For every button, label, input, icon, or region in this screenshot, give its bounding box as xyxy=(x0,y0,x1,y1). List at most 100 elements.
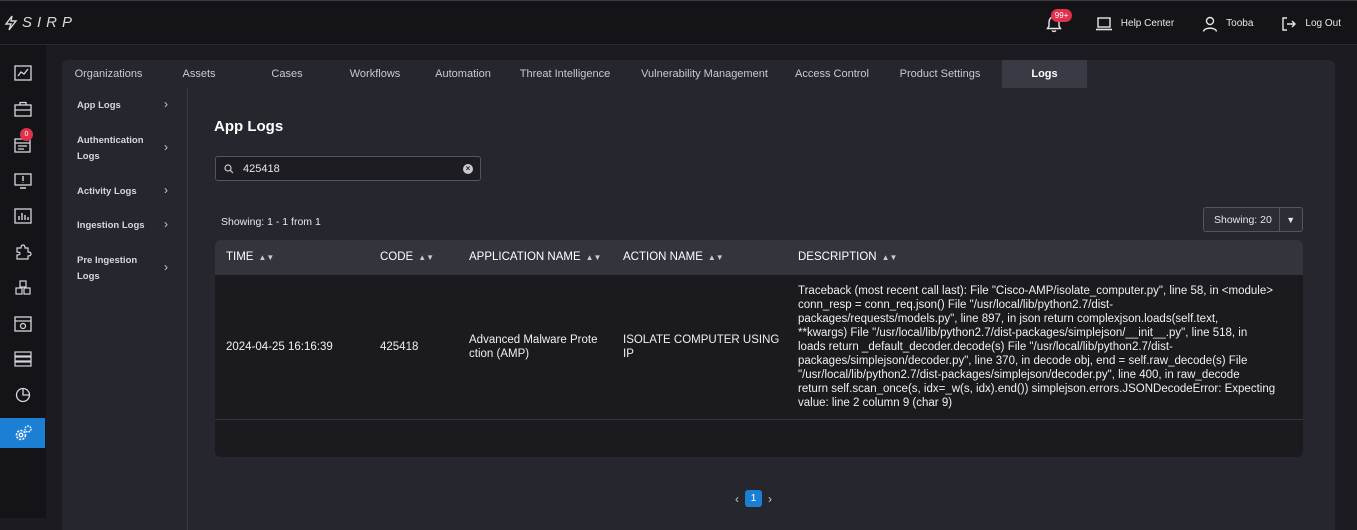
logout-button[interactable]: Log Out xyxy=(1281,16,1341,32)
desc-line: packages/simplejson/decoder.py", line 37… xyxy=(798,355,1248,367)
subnav-pre-ingestion-logs[interactable]: Pre Ingestion Logs xyxy=(77,253,177,285)
desc-line: loads return _default_decoder.decode(s) … xyxy=(798,341,1173,353)
page-size-select[interactable]: Showing: 20 ▼ xyxy=(1203,207,1303,232)
briefcase-icon[interactable] xyxy=(0,94,45,124)
column-label: DESCRIPTION xyxy=(798,251,877,263)
tab-vulnerability-management[interactable]: Vulnerability Management xyxy=(623,60,786,88)
tab-product-settings[interactable]: Product Settings xyxy=(878,60,1002,88)
logs-subnav: App Logs › Authentication Logs › Activit… xyxy=(62,88,188,530)
subnav-label: Authentication xyxy=(77,135,144,146)
page-size-label: Showing: 20 xyxy=(1214,213,1272,226)
column-header-application-name[interactable]: APPLICATION NAME ▲▼ xyxy=(469,251,601,263)
tab-automation[interactable]: Automation xyxy=(419,60,507,88)
user-menu[interactable]: Tooba xyxy=(1202,16,1253,32)
subnav-authentication-logs[interactable]: Authentication Logs xyxy=(77,133,177,165)
logs-table: TIME ▲▼ CODE ▲▼ APPLICATION NAME ▲▼ ACTION … xyxy=(215,240,1303,457)
prev-page-button[interactable]: ‹ xyxy=(735,492,739,506)
sort-icon: ▲▼ xyxy=(707,252,724,262)
desc-line: "/usr/local/lib/python2.7/dist-packages/… xyxy=(798,369,1240,381)
help-center-link[interactable]: Help Center xyxy=(1095,16,1175,31)
sort-icon: ▲▼ xyxy=(418,252,435,262)
cell-action-name: ISOLATE COMPUTER USING IP xyxy=(623,333,779,361)
server-icon[interactable] xyxy=(0,344,45,374)
column-header-action-name[interactable]: ACTION NAME ▲▼ xyxy=(623,251,724,263)
search-input[interactable] xyxy=(243,162,448,175)
subnav-label: Activity Logs xyxy=(77,186,137,197)
subnav-label: App Logs xyxy=(77,100,121,111)
tab-threat-intelligence[interactable]: Threat Intelligence xyxy=(507,60,623,88)
laptop-icon xyxy=(1095,16,1112,30)
calendar-badge: 0 xyxy=(20,128,33,141)
cell-time: 2024-04-25 16:16:39 xyxy=(226,341,333,353)
chevron-down-icon: ▼ xyxy=(1278,208,1302,231)
desc-line: packages/requests/models.py", line 897, … xyxy=(798,313,1219,325)
tab-access-control[interactable]: Access Control xyxy=(786,60,878,88)
subnav-ingestion-logs[interactable]: Ingestion Logs xyxy=(77,218,177,234)
table-row[interactable]: 2024-04-25 16:16:39 425418 Advanced Malw… xyxy=(215,275,1303,420)
report-icon[interactable] xyxy=(0,309,45,339)
desc-line: Traceback (most recent call last): File … xyxy=(798,285,1273,297)
column-label: TIME xyxy=(226,251,254,263)
logo-text: SIRP xyxy=(22,14,78,31)
pagination: ‹ 1 › xyxy=(735,490,772,507)
user-name: Tooba xyxy=(1226,18,1254,29)
user-icon xyxy=(1202,16,1218,32)
app-logs-content: App Logs × Showing: 1 - 1 from 1 Showing… xyxy=(189,88,1335,530)
chevron-right-icon: › xyxy=(164,183,168,197)
app-logo[interactable]: SIRP xyxy=(4,14,77,31)
column-label: ACTION NAME xyxy=(623,251,703,263)
pie-chart-icon[interactable] xyxy=(0,380,45,410)
subnav-label: Pre Ingestion xyxy=(77,255,138,266)
cell-application-name: Advanced Malware Prote ction (AMP) xyxy=(469,333,597,361)
logout-icon xyxy=(1282,16,1297,31)
subnav-activity-logs[interactable]: Activity Logs xyxy=(77,184,177,200)
puzzle-icon[interactable] xyxy=(0,237,45,267)
logout-label: Log Out xyxy=(1305,18,1341,29)
sort-icon: ▲▼ xyxy=(258,252,275,262)
subnav-app-logs[interactable]: App Logs xyxy=(77,98,177,114)
desc-line: return self.scan_once(s, idx=_w(s, idx).… xyxy=(798,383,1276,395)
top-bar: SIRP 99+ Help Center Tooba Log Out xyxy=(0,0,1357,45)
sort-icon: ▲▼ xyxy=(585,252,602,262)
calendar-icon[interactable]: 0 xyxy=(0,128,45,160)
cell-line: ction (AMP) xyxy=(469,348,530,360)
sirp-logo-icon xyxy=(4,15,18,30)
cell-line: Advanced Malware Prote xyxy=(469,334,598,346)
desc-line: **kwargs) File "/usr/local/lib/python2.7… xyxy=(798,327,1248,339)
sort-icon: ▲▼ xyxy=(881,252,898,262)
settings-panel: Organizations Assets Cases Workflows Aut… xyxy=(62,60,1335,530)
column-header-time[interactable]: TIME ▲▼ xyxy=(226,251,274,263)
next-page-button[interactable]: › xyxy=(768,492,772,506)
alert-monitor-icon[interactable] xyxy=(0,166,45,196)
chevron-right-icon: › xyxy=(164,140,168,154)
chevron-right-icon: › xyxy=(164,97,168,111)
cubes-icon[interactable] xyxy=(0,273,45,303)
search-box: × xyxy=(215,156,481,181)
chevron-right-icon: › xyxy=(164,260,168,274)
page-number-button[interactable]: 1 xyxy=(745,490,762,507)
tab-cases[interactable]: Cases xyxy=(243,60,331,88)
column-header-code[interactable]: CODE ▲▼ xyxy=(380,251,434,263)
table-header: TIME ▲▼ CODE ▲▼ APPLICATION NAME ▲▼ ACTION … xyxy=(215,240,1303,275)
cell-line: IP xyxy=(623,348,634,360)
tab-assets[interactable]: Assets xyxy=(155,60,243,88)
cell-line: ISOLATE COMPUTER USING xyxy=(623,334,780,346)
column-label: CODE xyxy=(380,251,414,263)
tab-organizations[interactable]: Organizations xyxy=(62,60,155,88)
desc-line: conn_resp = conn_req.json() File "/usr/l… xyxy=(798,299,1114,311)
cell-code: 425418 xyxy=(380,341,419,353)
column-label: APPLICATION NAME xyxy=(469,251,581,263)
icon-sidebar: 0 xyxy=(0,45,46,518)
tab-workflows[interactable]: Workflows xyxy=(331,60,419,88)
results-count: Showing: 1 - 1 from 1 xyxy=(221,216,321,228)
column-header-description[interactable]: DESCRIPTION ▲▼ xyxy=(798,251,897,263)
tab-logs[interactable]: Logs xyxy=(1002,60,1087,88)
dashboard-icon[interactable] xyxy=(0,58,45,88)
settings-gear-icon[interactable] xyxy=(0,418,45,448)
notifications-button[interactable]: 99+ xyxy=(1039,8,1073,39)
bar-chart-icon[interactable] xyxy=(0,201,45,231)
subnav-label: Logs xyxy=(77,151,100,162)
clear-search-icon[interactable]: × xyxy=(463,164,473,174)
cell-description: Traceback (most recent call last): File … xyxy=(798,284,1298,410)
help-center-label: Help Center xyxy=(1120,18,1175,29)
